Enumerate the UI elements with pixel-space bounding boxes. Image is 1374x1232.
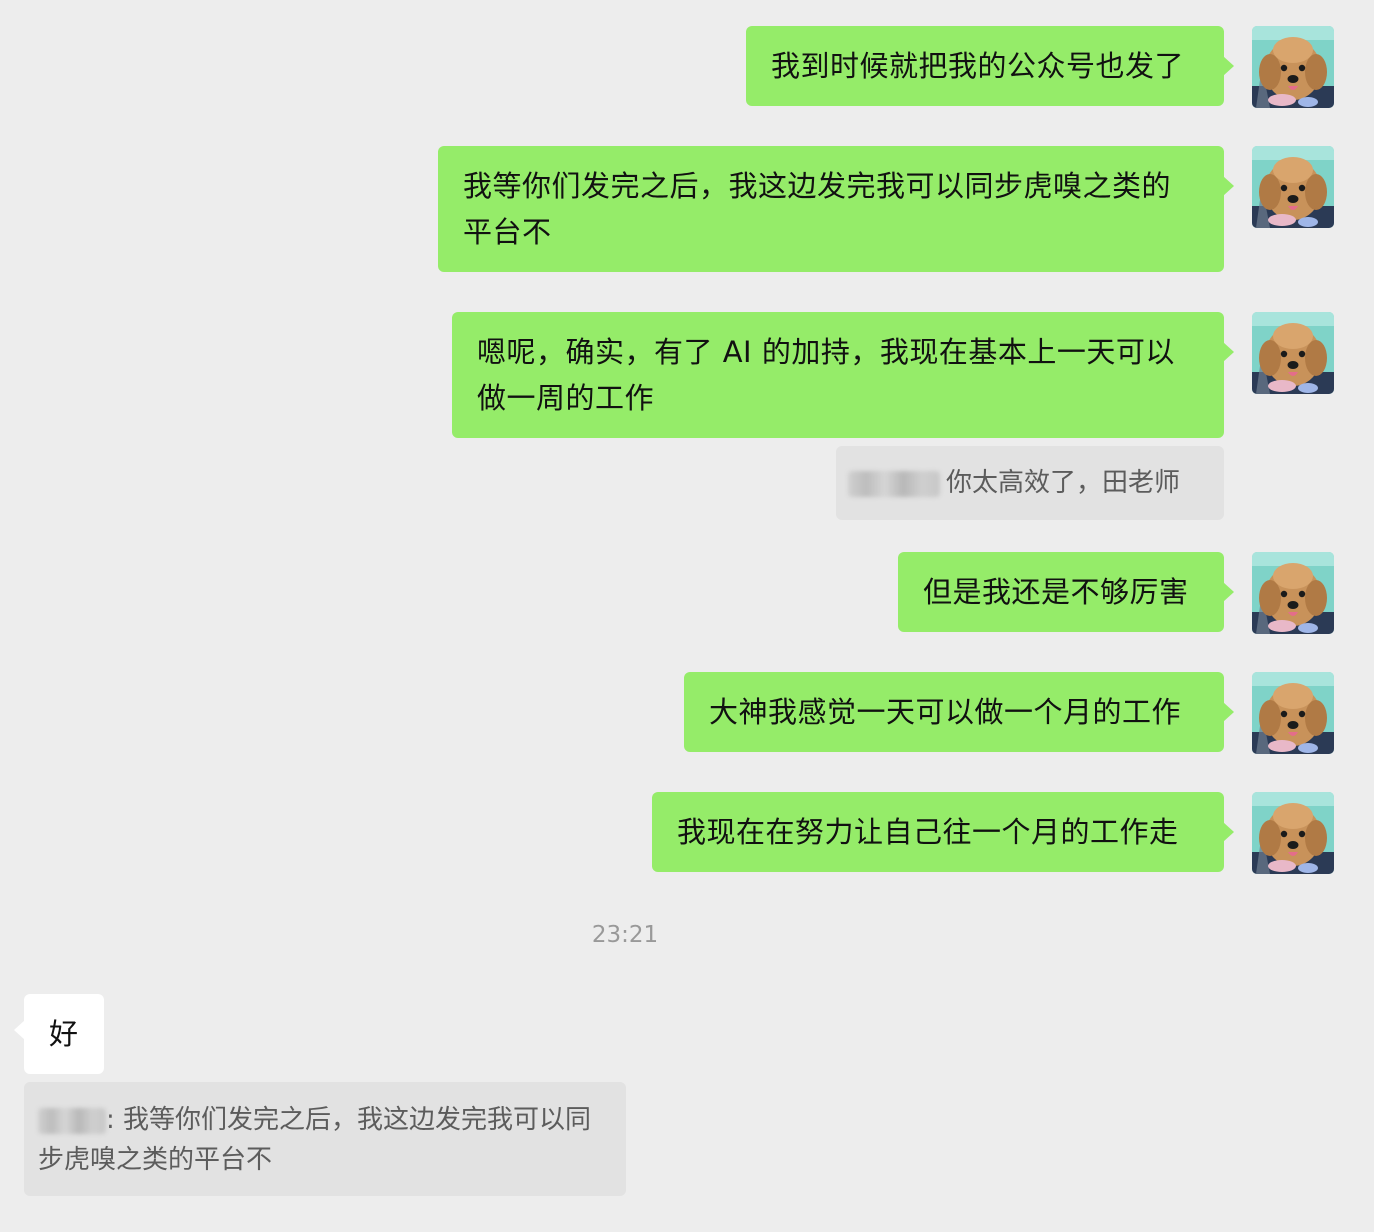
- other-message-bubble[interactable]: 好: [14, 994, 104, 1074]
- my-message-bubble[interactable]: 我到时候就把我的公众号也发了: [746, 26, 1234, 106]
- message-text: 但是我还是不够厉害: [923, 575, 1189, 609]
- quoted-text: 我等你们发完之后，我这边发完我可以同步虎嗅之类的平台不: [38, 1105, 592, 1175]
- message-text: 嗯呢，确实，有了 AI 的加持，我现在基本上一天可以做一周的工作: [477, 335, 1175, 415]
- dog-avatar-icon: [1252, 146, 1334, 228]
- message-text: 大神我感觉一天可以做一个月的工作: [709, 695, 1182, 729]
- quoted-text: 你太高效了，田老师: [946, 468, 1181, 498]
- message-text: 我现在在努力让自己往一个月的工作走: [677, 815, 1179, 849]
- dog-avatar-icon: [1252, 672, 1334, 754]
- my-message-bubble[interactable]: 大神我感觉一天可以做一个月的工作: [684, 672, 1234, 752]
- my-avatar[interactable]: [1252, 146, 1334, 228]
- dog-avatar-icon: [1252, 792, 1334, 874]
- my-avatar[interactable]: [1252, 792, 1334, 874]
- dog-avatar-icon: [1252, 552, 1334, 634]
- my-avatar[interactable]: [1252, 552, 1334, 634]
- dog-avatar-icon: [1252, 26, 1334, 108]
- message-timestamp: 23:21: [591, 922, 659, 948]
- my-avatar[interactable]: [1252, 26, 1334, 108]
- message-text: 好: [49, 1017, 79, 1051]
- blurred-name: [848, 470, 940, 497]
- quoted-reply[interactable]: : 我等你们发完之后，我这边发完我可以同步虎嗅之类的平台不: [24, 1082, 626, 1196]
- message-text: 我到时候就把我的公众号也发了: [771, 49, 1185, 83]
- my-message-bubble[interactable]: 但是我还是不够厉害: [898, 552, 1234, 632]
- chat-window: 我到时候就把我的公众号也发了 我等你们发完之后，我这边发完我可以同步虎嗅之类的平…: [0, 0, 1374, 1232]
- dog-avatar-icon: [1252, 312, 1334, 394]
- my-message-bubble[interactable]: 我等你们发完之后，我这边发完我可以同步虎嗅之类的平台不: [438, 146, 1234, 272]
- my-message-bubble[interactable]: 嗯呢，确实，有了 AI 的加持，我现在基本上一天可以做一周的工作: [452, 312, 1234, 438]
- my-message-bubble[interactable]: 我现在在努力让自己往一个月的工作走: [652, 792, 1234, 872]
- quoted-reply[interactable]: 你太高效了，田老师: [836, 446, 1224, 520]
- my-avatar[interactable]: [1252, 312, 1334, 394]
- quote-separator: :: [106, 1105, 115, 1135]
- my-avatar[interactable]: [1252, 672, 1334, 754]
- message-text: 我等你们发完之后，我这边发完我可以同步虎嗅之类的平台不: [463, 169, 1172, 249]
- blurred-name: [38, 1107, 106, 1134]
